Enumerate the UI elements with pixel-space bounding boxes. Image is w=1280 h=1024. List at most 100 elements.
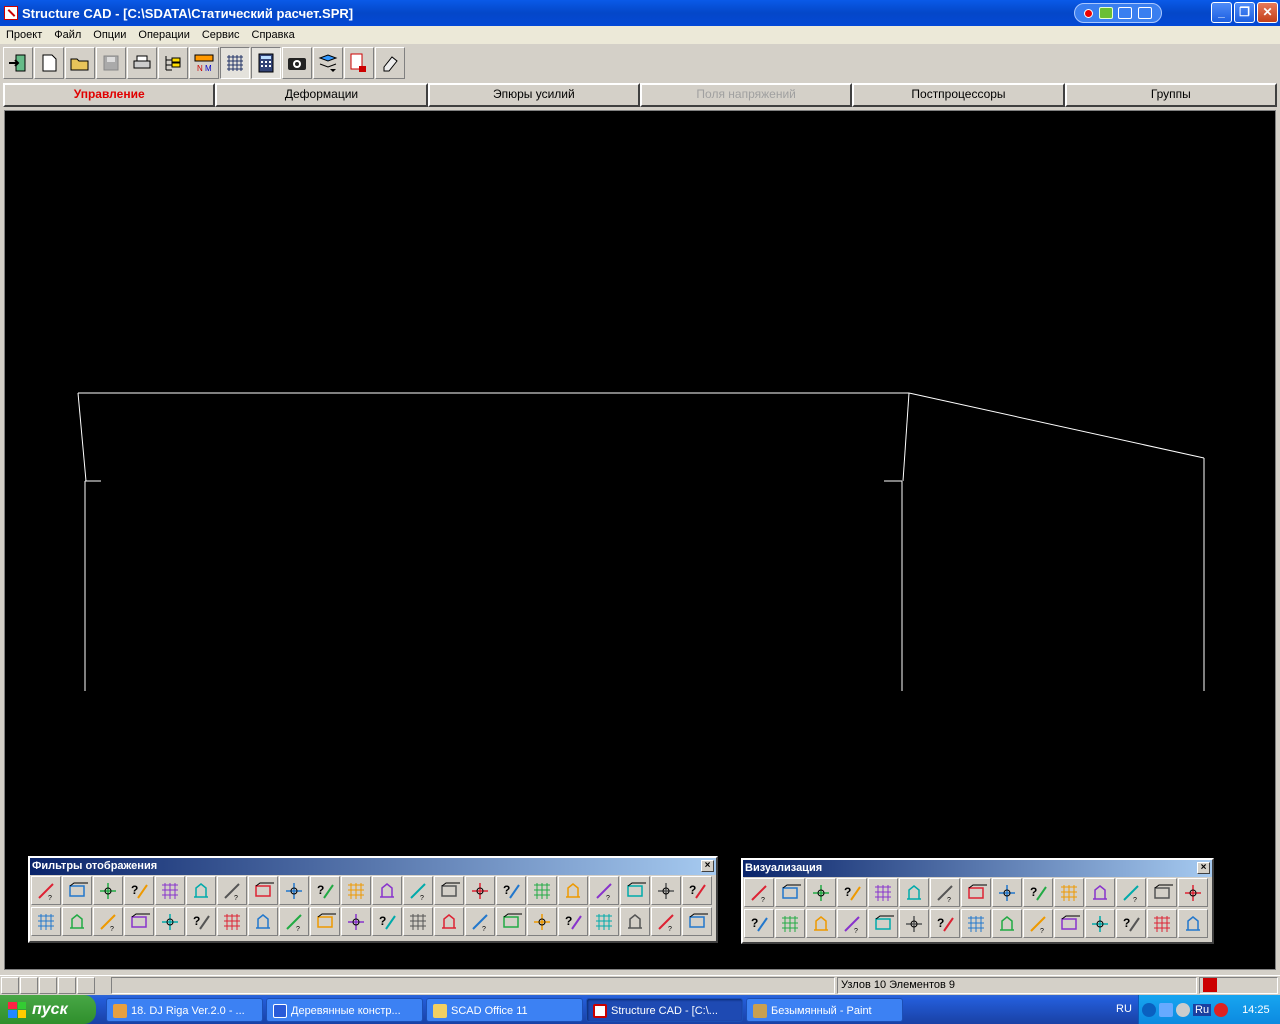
filter-button-21[interactable] bbox=[651, 876, 681, 905]
start-button[interactable]: пуск bbox=[0, 995, 96, 1024]
visualization-button-8[interactable] bbox=[961, 878, 991, 907]
menu-service[interactable]: Сервис bbox=[196, 29, 246, 41]
visualization-button-12[interactable] bbox=[1085, 878, 1115, 907]
exit-button[interactable] bbox=[3, 47, 33, 79]
filter-button-12[interactable] bbox=[372, 876, 402, 905]
status-grid-button[interactable] bbox=[58, 977, 76, 994]
display-filters-close-button[interactable]: × bbox=[701, 860, 714, 872]
visualization-button-29[interactable] bbox=[1147, 909, 1177, 938]
new-file-button[interactable] bbox=[34, 47, 64, 79]
visualization-button-7[interactable]: ? bbox=[930, 878, 960, 907]
visualization-button-28[interactable]: ? bbox=[1116, 909, 1146, 938]
tab-control[interactable]: Управление bbox=[3, 83, 216, 107]
mesh-button[interactable] bbox=[220, 47, 250, 79]
visualization-close-button[interactable]: × bbox=[1197, 862, 1210, 874]
task-structure-cad[interactable]: Structure CAD - [C:\... bbox=[586, 998, 743, 1022]
filter-button-10[interactable]: ? bbox=[310, 876, 340, 905]
filter-button-40[interactable]: ? bbox=[558, 907, 588, 936]
filter-button-9[interactable] bbox=[279, 876, 309, 905]
minimize-button[interactable]: _ bbox=[1211, 2, 1232, 23]
filter-button-4[interactable]: ? bbox=[124, 876, 154, 905]
status-view-button-2[interactable] bbox=[20, 977, 38, 994]
filter-button-26[interactable] bbox=[124, 907, 154, 936]
filter-button-8[interactable] bbox=[248, 876, 278, 905]
visualization-button-4[interactable]: ? bbox=[837, 878, 867, 907]
tab-postprocessors[interactable]: Постпроцессоры bbox=[852, 83, 1065, 107]
filter-button-29[interactable] bbox=[217, 907, 247, 936]
filter-button-6[interactable] bbox=[186, 876, 216, 905]
status-snap-button[interactable] bbox=[39, 977, 57, 994]
filter-button-39[interactable] bbox=[527, 907, 557, 936]
filter-button-32[interactable] bbox=[310, 907, 340, 936]
filter-button-7[interactable]: ? bbox=[217, 876, 247, 905]
tray-language[interactable]: Ru bbox=[1193, 1003, 1212, 1016]
menu-operations[interactable]: Операции bbox=[132, 29, 195, 41]
visualization-button-20[interactable] bbox=[868, 909, 898, 938]
layers-button[interactable] bbox=[313, 47, 343, 79]
visualization-button-18[interactable] bbox=[806, 909, 836, 938]
tab-deformations[interactable]: Деформации bbox=[215, 83, 428, 107]
tray-expand-icon[interactable] bbox=[1142, 1002, 1156, 1017]
menu-help[interactable]: Справка bbox=[246, 29, 301, 41]
filter-button-25[interactable]: ? bbox=[93, 907, 123, 936]
visualization-button-1[interactable]: ? bbox=[744, 878, 774, 907]
network-icon[interactable] bbox=[1159, 1002, 1173, 1017]
app-icon[interactable] bbox=[4, 6, 18, 20]
visualization-button-6[interactable] bbox=[899, 878, 929, 907]
filter-button-19[interactable]: ? bbox=[589, 876, 619, 905]
open-button[interactable] bbox=[65, 47, 95, 79]
visualization-button-5[interactable] bbox=[868, 878, 898, 907]
filter-button-17[interactable] bbox=[527, 876, 557, 905]
visualization-button-13[interactable]: ? bbox=[1116, 878, 1146, 907]
restore-button[interactable]: ❐ bbox=[1234, 2, 1255, 23]
filter-button-11[interactable] bbox=[341, 876, 371, 905]
window-icon[interactable] bbox=[1118, 7, 1133, 19]
filter-button-16[interactable]: ? bbox=[496, 876, 526, 905]
language-indicator[interactable]: RU bbox=[1116, 995, 1132, 1024]
filter-button-44[interactable] bbox=[682, 907, 712, 936]
visualization-button-30[interactable] bbox=[1178, 909, 1208, 938]
filter-button-38[interactable] bbox=[496, 907, 526, 936]
visualization-button-3[interactable] bbox=[806, 878, 836, 907]
restore-small-icon[interactable] bbox=[1138, 7, 1153, 19]
filter-button-34[interactable]: ? bbox=[372, 907, 402, 936]
tab-groups[interactable]: Группы bbox=[1064, 83, 1277, 107]
print-button[interactable] bbox=[127, 47, 157, 79]
filter-button-36[interactable] bbox=[434, 907, 464, 936]
section-button[interactable]: NM bbox=[189, 47, 219, 79]
export-button[interactable] bbox=[344, 47, 374, 79]
filter-button-23[interactable] bbox=[31, 907, 61, 936]
status-axes-button[interactable] bbox=[77, 977, 95, 994]
tab-force-diagrams[interactable]: Эпюры усилий bbox=[427, 83, 640, 107]
filter-button-41[interactable] bbox=[589, 907, 619, 936]
eraser-button[interactable] bbox=[375, 47, 405, 79]
calculator-button[interactable] bbox=[251, 47, 281, 79]
visualization-button-22[interactable]: ? bbox=[930, 909, 960, 938]
filter-button-14[interactable] bbox=[434, 876, 464, 905]
visualization-button-10[interactable]: ? bbox=[1023, 878, 1053, 907]
filter-button-31[interactable]: ? bbox=[279, 907, 309, 936]
filter-button-13[interactable]: ? bbox=[403, 876, 433, 905]
filter-button-37[interactable]: ? bbox=[465, 907, 495, 936]
task-dj-riga[interactable]: 18. DJ Riga Ver.2.0 - ... bbox=[106, 998, 263, 1022]
visualization-button-26[interactable] bbox=[1054, 909, 1084, 938]
save-button[interactable] bbox=[96, 47, 126, 79]
task-wooden-structures[interactable]: Деревянные констр... bbox=[266, 998, 423, 1022]
visualization-button-15[interactable] bbox=[1178, 878, 1208, 907]
visualization-button-19[interactable]: ? bbox=[837, 909, 867, 938]
filter-button-3[interactable] bbox=[93, 876, 123, 905]
filter-button-5[interactable] bbox=[155, 876, 185, 905]
filter-button-35[interactable] bbox=[403, 907, 433, 936]
filter-button-20[interactable] bbox=[620, 876, 650, 905]
record-icon[interactable] bbox=[1083, 8, 1093, 18]
visualization-button-16[interactable]: ? bbox=[744, 909, 774, 938]
model-canvas[interactable] bbox=[4, 110, 1276, 970]
visualization-button-9[interactable] bbox=[992, 878, 1022, 907]
menu-options[interactable]: Опции bbox=[87, 29, 132, 41]
visualization-button-11[interactable] bbox=[1054, 878, 1084, 907]
filter-button-18[interactable] bbox=[558, 876, 588, 905]
antivirus-icon[interactable] bbox=[1214, 1002, 1229, 1017]
filter-button-28[interactable]: ? bbox=[186, 907, 216, 936]
menu-file[interactable]: Файл bbox=[48, 29, 87, 41]
visualization-button-25[interactable]: ? bbox=[1023, 909, 1053, 938]
